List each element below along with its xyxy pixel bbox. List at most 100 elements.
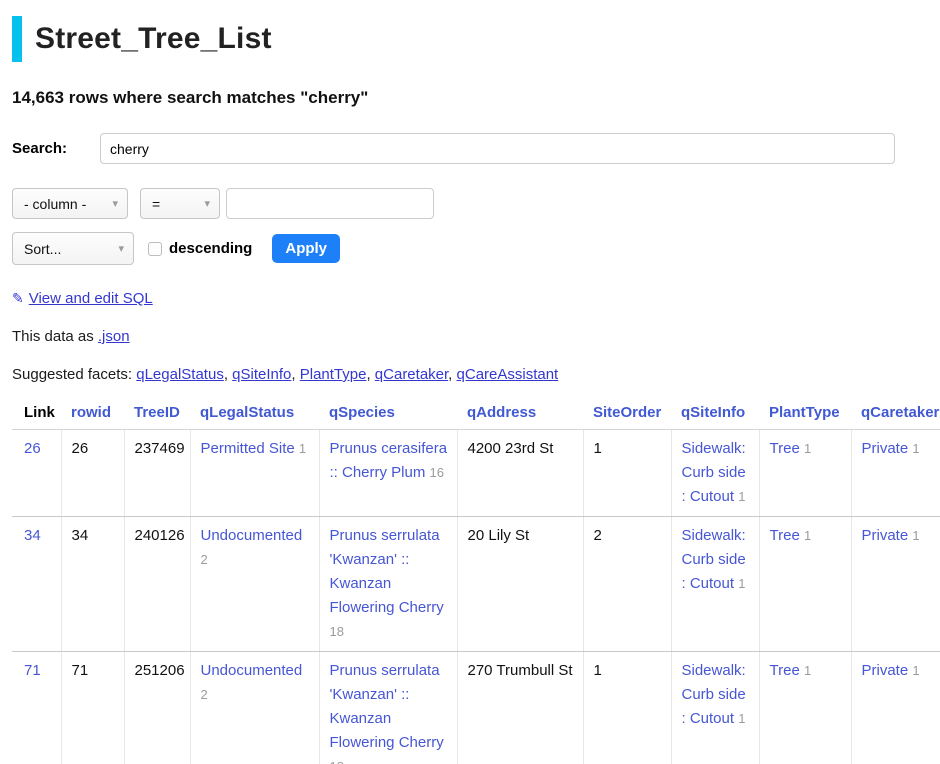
- facet-count: 1: [804, 663, 811, 678]
- sort-select-value: Sort...: [24, 241, 61, 257]
- facet-link-planttype[interactable]: PlantType: [300, 366, 367, 383]
- row-link[interactable]: 71: [24, 662, 41, 679]
- column-header-qcaretaker: qCaretaker: [851, 402, 940, 430]
- cell-rowid: 34: [61, 517, 124, 652]
- facet-count: 2: [201, 687, 208, 702]
- facet-link-qsiteinfo[interactable]: qSiteInfo: [232, 366, 291, 383]
- facet-value-link[interactable]: Private: [862, 527, 909, 544]
- cell-treeid: 240126: [124, 517, 190, 652]
- cell-link: 26: [12, 430, 61, 517]
- results-table: Link rowid TreeID qLegalStatus qSpecies …: [12, 402, 940, 764]
- facet-value-link[interactable]: Permitted Site: [201, 440, 295, 457]
- sort-link-qaddress[interactable]: qAddress: [467, 404, 536, 421]
- table-header-row: Link rowid TreeID qLegalStatus qSpecies …: [12, 402, 940, 430]
- facet-link-qcaretaker[interactable]: qCaretaker: [375, 366, 448, 383]
- column-header-qspecies: qSpecies: [319, 402, 457, 430]
- sort-select[interactable]: Sort... ▾: [12, 232, 134, 265]
- cell-siteorder: 2: [583, 517, 671, 652]
- column-header-siteorder: SiteOrder: [583, 402, 671, 430]
- facet-count: 1: [912, 663, 919, 678]
- table-row: 34 34 240126 Undocumented 2 Prunus serru…: [12, 517, 940, 652]
- cell-rowid: 71: [61, 652, 124, 764]
- title-row: Street_Tree_List: [12, 16, 940, 62]
- search-input[interactable]: [100, 133, 895, 164]
- accent-bar: [12, 16, 22, 62]
- facet-count: 1: [738, 711, 745, 726]
- facet-value-link[interactable]: Tree: [770, 440, 800, 457]
- facet-count: 2: [201, 552, 208, 567]
- facet-value-link[interactable]: Private: [862, 662, 909, 679]
- facet-count: 1: [738, 576, 745, 591]
- cell-siteorder: 1: [583, 430, 671, 517]
- cell-qcaretaker: Private 1: [851, 517, 940, 652]
- filter-value-input[interactable]: [226, 188, 434, 219]
- column-header-qaddress: qAddress: [457, 402, 583, 430]
- sort-link-qcaretaker[interactable]: qCaretaker: [861, 404, 939, 421]
- facet-value-link[interactable]: Sidewalk: Curb side : Cutout: [682, 440, 746, 505]
- data-as-prefix: This data as: [12, 328, 98, 345]
- facet-value-link[interactable]: Prunus serrulata 'Kwanzan' :: Kwanzan Fl…: [330, 662, 444, 751]
- chevron-down-icon: ▾: [118, 242, 124, 255]
- page-container: Street_Tree_List 14,663 rows where searc…: [0, 0, 940, 764]
- cell-qlegalstatus: Undocumented 2: [190, 652, 319, 764]
- facet-count: 1: [738, 489, 745, 504]
- descending-label: descending: [169, 240, 252, 257]
- row-link[interactable]: 26: [24, 440, 41, 457]
- row-count-summary: 14,663 rows where search matches "cherry…: [12, 88, 940, 108]
- table-row: 71 71 251206 Undocumented 2 Prunus serru…: [12, 652, 940, 764]
- facet-count: 1: [299, 441, 306, 456]
- chevron-down-icon: ▾: [112, 197, 118, 210]
- edit-sql-line: ✎ View and edit SQL: [12, 290, 940, 307]
- facet-count: 16: [430, 465, 444, 480]
- table-row: 26 26 237469 Permitted Site 1 Prunus cer…: [12, 430, 940, 517]
- column-header-planttype: PlantType: [759, 402, 851, 430]
- column-header-qsiteinfo: qSiteInfo: [671, 402, 759, 430]
- sort-link-treeid[interactable]: TreeID: [134, 404, 180, 421]
- facet-count: 1: [912, 441, 919, 456]
- cell-qaddress: 270 Trumbull St: [457, 652, 583, 764]
- facet-link-qlegalstatus[interactable]: qLegalStatus: [136, 366, 224, 383]
- sort-link-qsiteinfo[interactable]: qSiteInfo: [681, 404, 745, 421]
- view-edit-sql-link[interactable]: View and edit SQL: [29, 290, 153, 307]
- sort-row: Sort... ▾ descending Apply: [12, 232, 940, 265]
- facet-link-qcareassistant[interactable]: qCareAssistant: [457, 366, 559, 383]
- json-link[interactable]: .json: [98, 328, 130, 345]
- facet-value-link[interactable]: Tree: [770, 662, 800, 679]
- page-title: Street_Tree_List: [35, 22, 272, 56]
- cell-qaddress: 4200 23rd St: [457, 430, 583, 517]
- sort-link-qspecies[interactable]: qSpecies: [329, 404, 395, 421]
- facet-value-link[interactable]: Private: [862, 440, 909, 457]
- cell-qspecies: Prunus serrulata 'Kwanzan' :: Kwanzan Fl…: [319, 517, 457, 652]
- cell-qlegalstatus: Undocumented 2: [190, 517, 319, 652]
- sort-link-rowid[interactable]: rowid: [71, 404, 111, 421]
- sort-link-planttype[interactable]: PlantType: [769, 404, 840, 421]
- facet-value-link[interactable]: Sidewalk: Curb side : Cutout: [682, 662, 746, 727]
- cell-qsiteinfo: Sidewalk: Curb side : Cutout 1: [671, 430, 759, 517]
- cell-link: 34: [12, 517, 61, 652]
- search-label: Search:: [12, 140, 100, 157]
- descending-checkbox[interactable]: [148, 242, 162, 256]
- cell-qsiteinfo: Sidewalk: Curb side : Cutout 1: [671, 517, 759, 652]
- facet-count: 18: [330, 624, 344, 639]
- facet-value-link[interactable]: Prunus serrulata 'Kwanzan' :: Kwanzan Fl…: [330, 527, 444, 616]
- pencil-icon: ✎: [12, 290, 24, 306]
- cell-planttype: Tree 1: [759, 652, 851, 764]
- row-link[interactable]: 34: [24, 527, 41, 544]
- cell-qsiteinfo: Sidewalk: Curb side : Cutout 1: [671, 652, 759, 764]
- column-select[interactable]: - column - ▾: [12, 188, 128, 219]
- facet-value-link[interactable]: Tree: [770, 527, 800, 544]
- facets-prefix: Suggested facets:: [12, 366, 136, 383]
- cell-treeid: 251206: [124, 652, 190, 764]
- sort-link-siteorder[interactable]: SiteOrder: [593, 404, 661, 421]
- cell-treeid: 237469: [124, 430, 190, 517]
- facet-value-link[interactable]: Sidewalk: Curb side : Cutout: [682, 527, 746, 592]
- cell-qcaretaker: Private 1: [851, 430, 940, 517]
- sort-link-qlegalstatus[interactable]: qLegalStatus: [200, 404, 294, 421]
- cell-planttype: Tree 1: [759, 517, 851, 652]
- facet-value-link[interactable]: Undocumented: [201, 662, 303, 679]
- operator-select[interactable]: = ▾: [140, 188, 220, 219]
- cell-qspecies: Prunus serrulata 'Kwanzan' :: Kwanzan Fl…: [319, 652, 457, 764]
- facet-value-link[interactable]: Undocumented: [201, 527, 303, 544]
- cell-qlegalstatus: Permitted Site 1: [190, 430, 319, 517]
- apply-button[interactable]: Apply: [272, 234, 340, 263]
